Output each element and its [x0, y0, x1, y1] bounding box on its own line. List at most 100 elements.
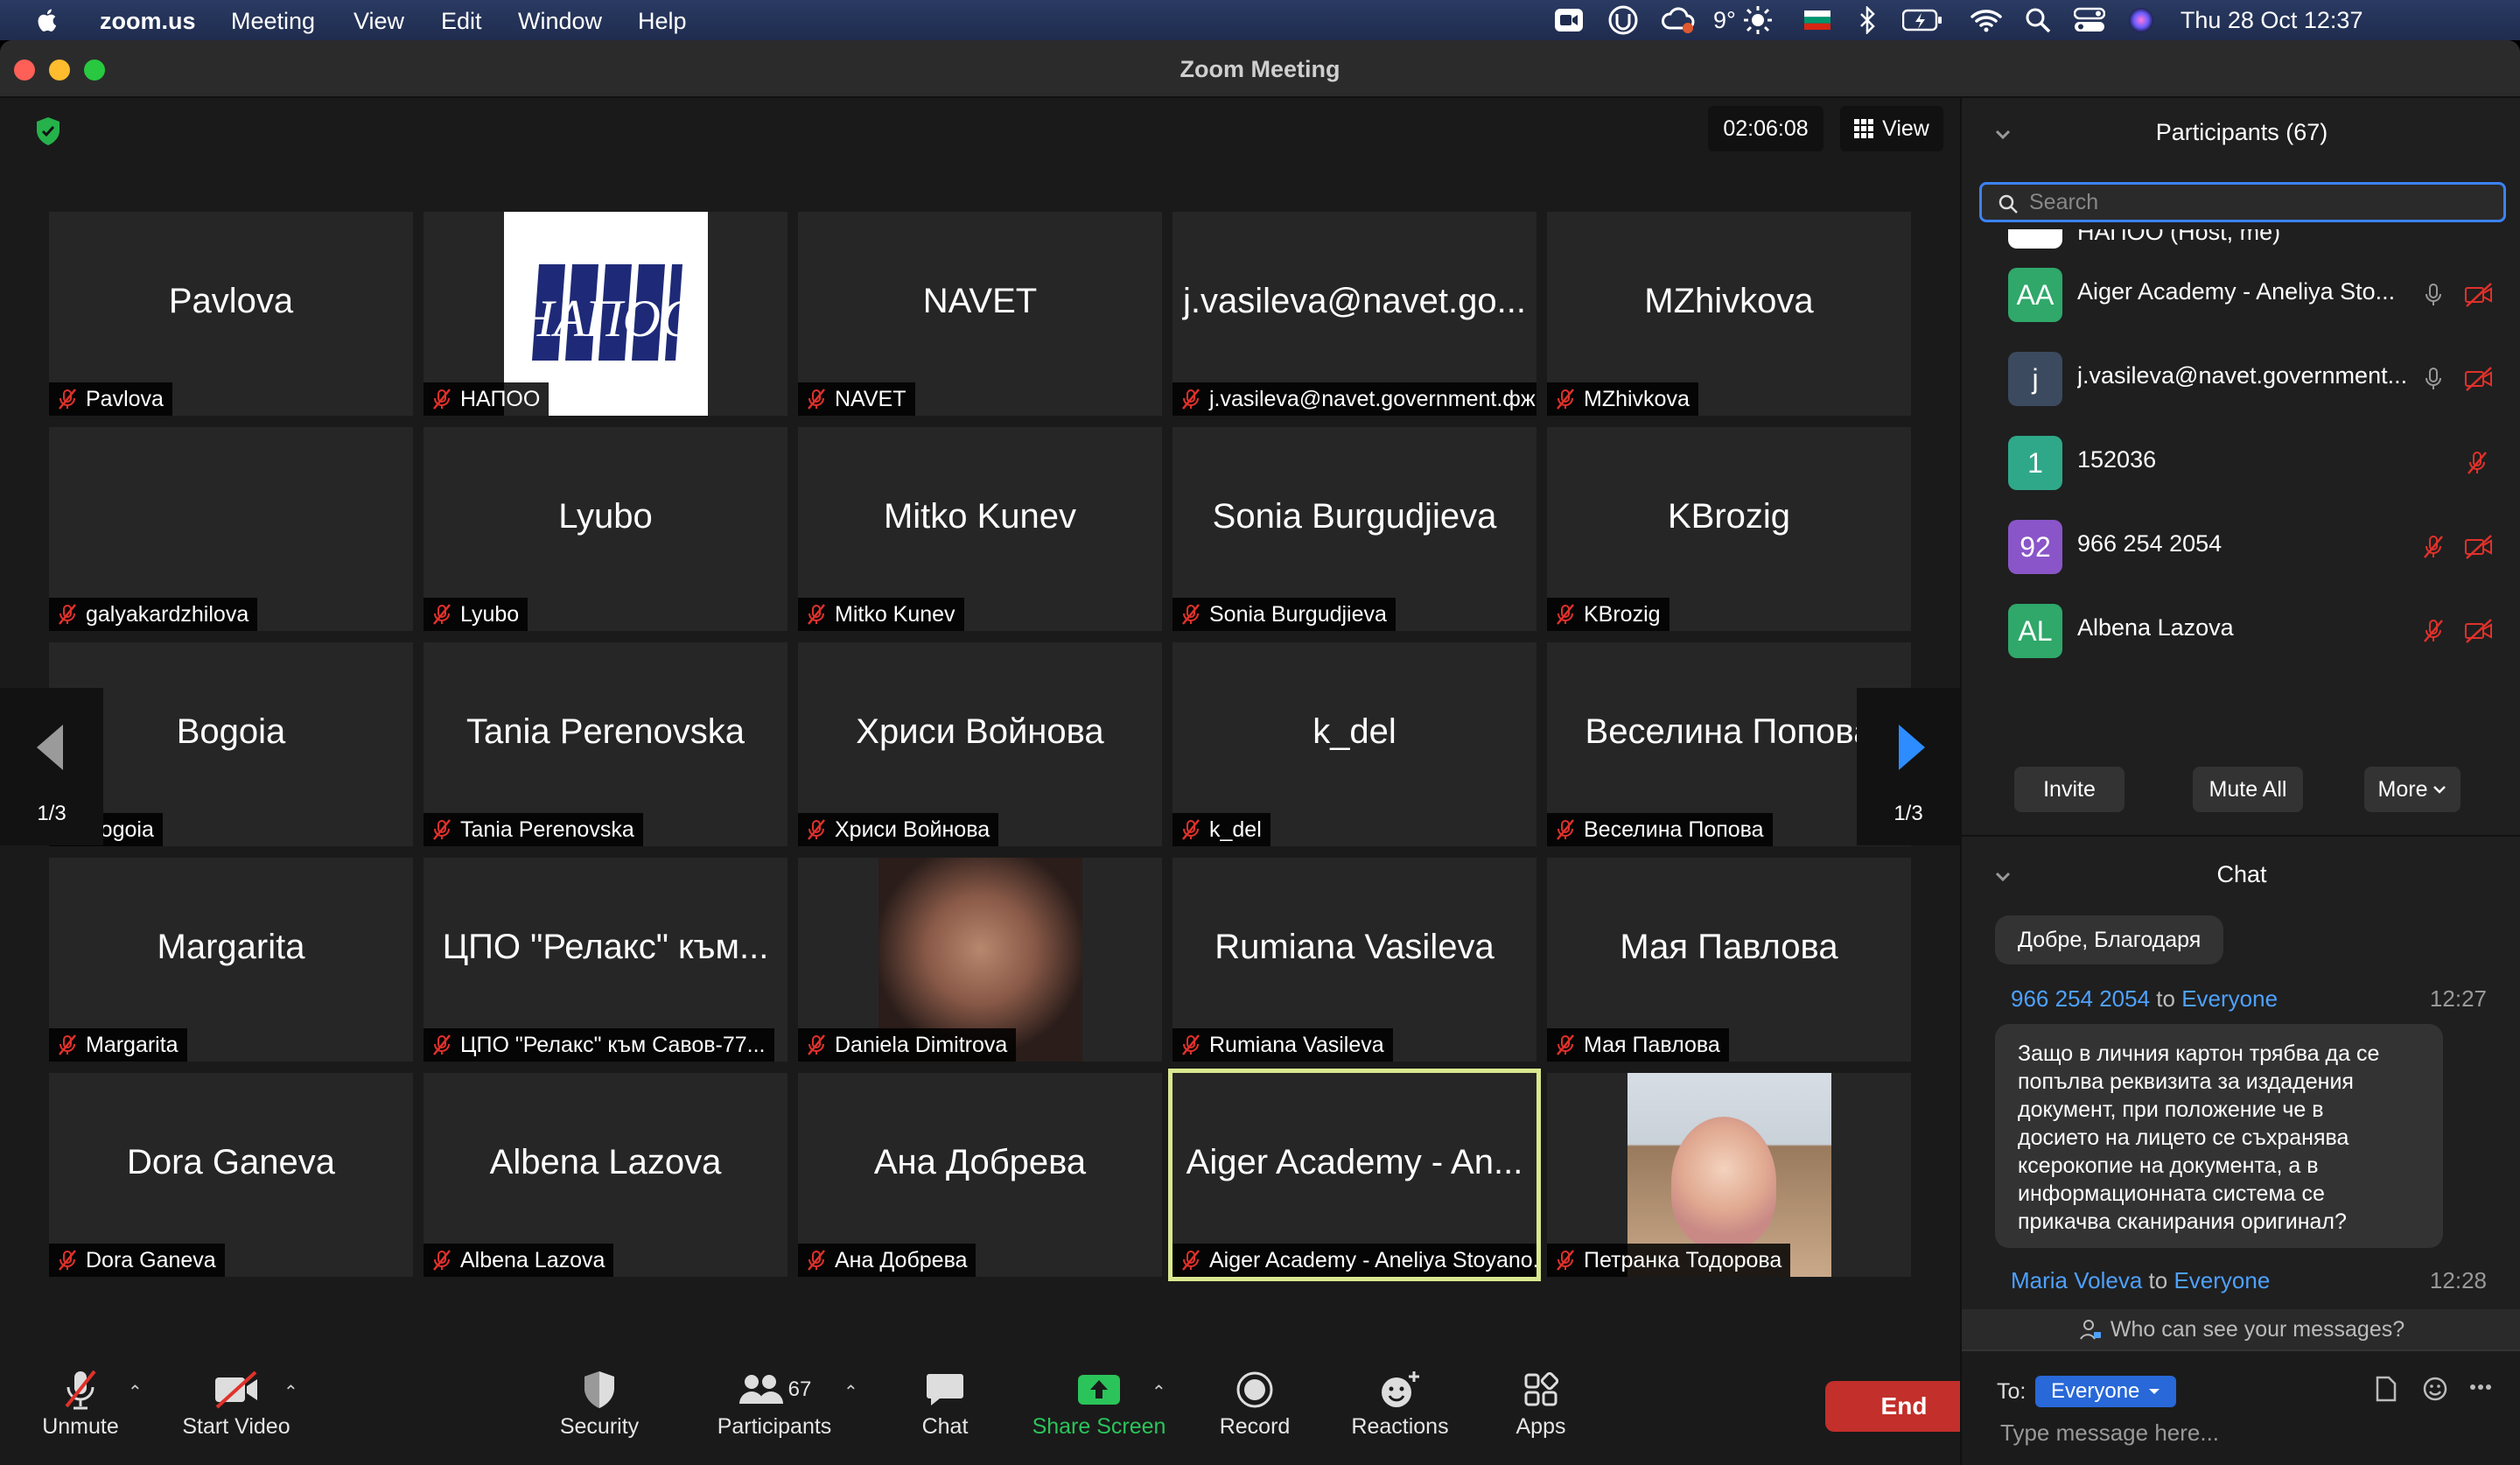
- video-tile[interactable]: Rumiana Vasileva Rumiana Vasileva: [1172, 858, 1536, 1062]
- chat-button[interactable]: Chat: [910, 1365, 980, 1440]
- video-tile[interactable]: Lyubo Lyubo: [424, 427, 788, 631]
- video-off-icon[interactable]: [2464, 282, 2494, 308]
- flag-bulgaria-icon[interactable]: [1803, 11, 1830, 30]
- video-tile[interactable]: Pavlova Pavlova: [49, 212, 413, 416]
- video-tile[interactable]: Tania Perenovska Tania Perenovska: [424, 642, 788, 846]
- menu-help[interactable]: Help: [638, 8, 687, 35]
- audio-options-caret[interactable]: ⌃: [128, 1381, 143, 1403]
- record-button[interactable]: Record: [1213, 1365, 1297, 1440]
- mute-all-button[interactable]: Mute All: [2193, 767, 2303, 812]
- muted-mic-icon[interactable]: [2464, 450, 2490, 476]
- participant-row[interactable]: 92 966 254 2054: [1962, 504, 2520, 588]
- security-button[interactable]: Security: [551, 1365, 648, 1440]
- video-tile[interactable]: Sonia Burgudjieva Sonia Burgudjieva: [1172, 427, 1536, 631]
- start-video-button[interactable]: Start Video: [178, 1365, 294, 1440]
- menu-view[interactable]: View: [354, 8, 404, 35]
- video-tile[interactable]: Мая Павлова Мая Павлова: [1547, 858, 1911, 1062]
- invite-button[interactable]: Invite: [2014, 767, 2124, 812]
- battery-icon[interactable]: [1901, 9, 1942, 32]
- video-tile[interactable]: НАПОО НАПОО: [424, 212, 788, 416]
- participant-row[interactable]: AA Aiger Academy - Aneliya Sto...: [1962, 252, 2520, 336]
- weather-temp[interactable]: 9°: [1713, 7, 1736, 34]
- bluetooth-icon[interactable]: [1858, 6, 1876, 34]
- video-tile[interactable]: Aiger Academy - An... Aiger Academy - Ane…: [1168, 1069, 1541, 1281]
- unmute-button[interactable]: Unmute: [38, 1365, 122, 1440]
- muted-mic-icon[interactable]: [2420, 534, 2446, 560]
- encryption-shield-icon[interactable]: [35, 116, 61, 146]
- next-page-button[interactable]: 1/3: [1857, 688, 1960, 845]
- recipient-name[interactable]: Everyone: [2174, 1267, 2270, 1293]
- prev-page-button[interactable]: 1/3: [0, 688, 103, 845]
- video-tile[interactable]: k_del k_del: [1172, 642, 1536, 846]
- video-tile[interactable]: Хриси Войнова Хриси Войнова: [798, 642, 1162, 846]
- reactions-button[interactable]: Reactions: [1348, 1365, 1452, 1440]
- file-icon[interactable]: [2375, 1376, 2398, 1402]
- menu-app-name[interactable]: zoom.us: [100, 8, 196, 35]
- sender-name[interactable]: Maria Voleva: [2011, 1267, 2142, 1293]
- wifi-icon[interactable]: [1970, 8, 2002, 32]
- chevron-down-icon: [2149, 1389, 2160, 1394]
- mic-icon[interactable]: [2420, 282, 2446, 308]
- chat-message-input[interactable]: Type message here...: [2000, 1419, 2219, 1447]
- cloud-sync-icon[interactable]: [1661, 5, 1696, 35]
- more-button[interactable]: More: [2364, 767, 2460, 812]
- participant-name: НАПОО: [460, 386, 541, 411]
- video-tile[interactable]: galyakardzhilova: [49, 427, 413, 631]
- recipient-value: Everyone: [2051, 1379, 2140, 1403]
- participant-row[interactable]: j j.vasileva@navet.government...: [1962, 336, 2520, 420]
- share-options-caret[interactable]: ⌃: [1152, 1381, 1166, 1403]
- apple-icon[interactable]: [35, 7, 61, 33]
- video-options-caret[interactable]: ⌃: [284, 1381, 298, 1403]
- muted-mic-icon: [433, 389, 451, 410]
- menu-edit[interactable]: Edit: [441, 8, 482, 35]
- spotlight-search-icon[interactable]: [2025, 7, 2051, 33]
- share-screen-button[interactable]: Share Screen: [1029, 1365, 1169, 1440]
- muted-mic-icon: [808, 389, 825, 410]
- zoom-status-icon[interactable]: [1554, 7, 1584, 33]
- participant-row-host-partial[interactable]: НАПОО (Host, me): [1962, 229, 2520, 249]
- participants-search-input[interactable]: Search: [1979, 182, 2506, 222]
- muted-mic-icon[interactable]: [2420, 618, 2446, 644]
- search-icon: [1998, 194, 2018, 214]
- participants-button[interactable]: 67 Participants: [709, 1365, 840, 1440]
- video-off-icon[interactable]: [2464, 534, 2494, 560]
- mic-icon[interactable]: [2420, 366, 2446, 392]
- participant-display-name: Mitko Kunev: [883, 497, 1077, 536]
- end-meeting-button[interactable]: End: [1825, 1381, 1983, 1432]
- siri-icon[interactable]: [2128, 7, 2154, 33]
- control-center-icon[interactable]: [2073, 7, 2105, 33]
- video-tile[interactable]: j.vasileva@navet.go... j.vasileva@navet.g…: [1172, 212, 1536, 416]
- menu-window[interactable]: Window: [518, 8, 602, 35]
- video-tile[interactable]: Bogoia Bogoia: [49, 642, 413, 846]
- video-off-icon[interactable]: [2464, 618, 2494, 644]
- view-button[interactable]: View: [1840, 106, 1943, 151]
- participant-row[interactable]: 1 152036: [1962, 420, 2520, 504]
- video-tile[interactable]: Mitko Kunev Mitko Kunev: [798, 427, 1162, 631]
- menu-meeting[interactable]: Meeting: [231, 8, 315, 35]
- torrent-icon[interactable]: [1608, 5, 1638, 35]
- apps-button[interactable]: Apps: [1508, 1365, 1573, 1440]
- video-tile[interactable]: NAVET NAVET: [798, 212, 1162, 416]
- menubar-clock[interactable]: Thu 28 Oct 12:37: [2180, 7, 2363, 34]
- video-tile[interactable]: Daniela Dimitrova: [798, 858, 1162, 1062]
- emoji-icon[interactable]: [2422, 1376, 2448, 1402]
- video-tile[interactable]: Albena Lazova Albena Lazova: [424, 1073, 788, 1277]
- recipient-name[interactable]: Everyone: [2181, 985, 2278, 1012]
- sender-name[interactable]: 966 254 2054: [2011, 985, 2150, 1012]
- video-tile[interactable]: Dora Ganeva Dora Ganeva: [49, 1073, 413, 1277]
- video-off-icon[interactable]: [2464, 366, 2494, 392]
- participant-name: Aiger Academy - Aneliya Sto...: [2077, 278, 2396, 305]
- participant-name-label: Margarita: [49, 1028, 187, 1062]
- video-tile[interactable]: KBrozig KBrozig: [1547, 427, 1911, 631]
- video-tile[interactable]: Ана Добрева Ана Добрева: [798, 1073, 1162, 1277]
- video-tile[interactable]: MZhivkova MZhivkova: [1547, 212, 1911, 416]
- recipient-dropdown[interactable]: Everyone: [2035, 1376, 2177, 1407]
- video-tile[interactable]: Margarita Margarita: [49, 858, 413, 1062]
- participants-options-caret[interactable]: ⌃: [844, 1381, 858, 1403]
- participant-name: Lyubo: [460, 601, 520, 627]
- participant-row[interactable]: AL Albena Lazova: [1962, 588, 2520, 672]
- who-can-see-messages[interactable]: Who can see your messages?: [1962, 1309, 2520, 1349]
- video-tile[interactable]: Петранка Тодорова: [1547, 1073, 1911, 1277]
- more-options-icon[interactable]: [2469, 1383, 2492, 1391]
- video-tile[interactable]: ЦПО "Релакс" към... ЦПО "Релакс" към Саво…: [424, 858, 788, 1062]
